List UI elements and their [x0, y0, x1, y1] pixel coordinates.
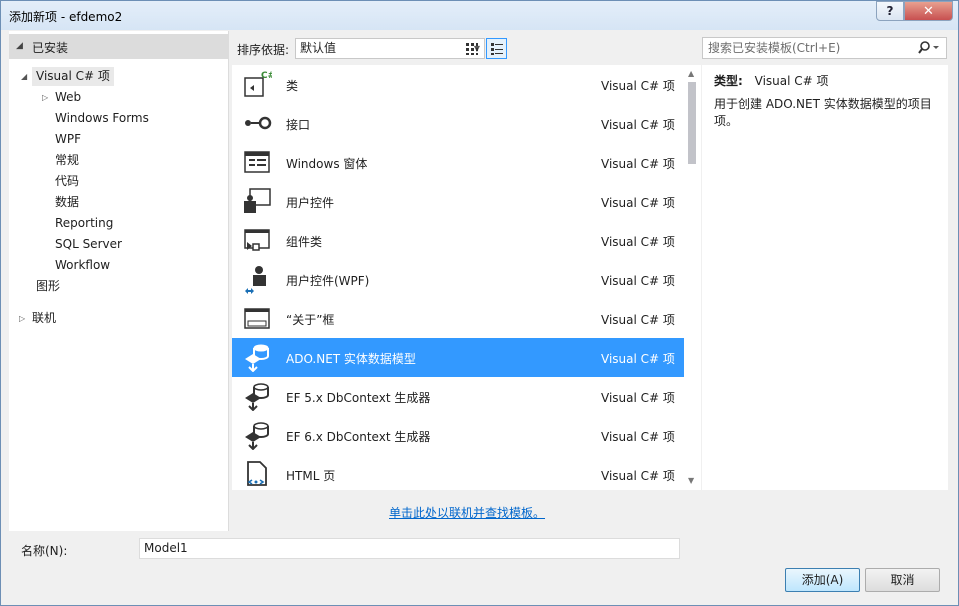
template-category: Visual C# 项 — [601, 118, 675, 132]
tree-item-web[interactable]: Web — [55, 88, 81, 107]
dbcontext-generator-icon — [245, 383, 269, 411]
type-line: 类型: Visual C# 项 — [714, 72, 829, 89]
template-row-class[interactable]: C# 类 Visual C# 项 — [232, 65, 684, 104]
template-name: “关于”框 — [286, 313, 335, 327]
installed-section-header[interactable]: ◢ 已安装 — [9, 34, 229, 59]
template-row-user-control[interactable]: 用户控件 Visual C# 项 — [232, 182, 684, 221]
add-button[interactable]: 添加(A) — [785, 568, 860, 592]
template-category: Visual C# 项 — [601, 430, 675, 444]
template-category: Visual C# 项 — [601, 313, 675, 327]
about-box-icon — [244, 308, 270, 329]
type-label: 类型: — [714, 74, 743, 88]
template-category: Visual C# 项 — [601, 235, 675, 249]
type-value: Visual C# 项 — [754, 74, 829, 88]
component-class-icon — [244, 229, 270, 251]
dbcontext-generator-icon — [245, 422, 269, 450]
template-name: Windows 窗体 — [286, 157, 368, 171]
close-icon: ✕ — [923, 3, 934, 19]
name-input[interactable]: Model1 — [139, 538, 680, 559]
cancel-button[interactable]: 取消 — [865, 568, 940, 592]
installed-label: 已安装 — [32, 41, 69, 55]
template-list: C# 类 Visual C# 项 接口 Visual C# 项 Windows … — [232, 65, 684, 490]
template-name: EF 5.x DbContext 生成器 — [286, 391, 431, 405]
expand-arrow-icon[interactable]: ▷ — [19, 309, 25, 328]
tree-item-windows-forms[interactable]: Windows Forms — [55, 109, 149, 128]
sort-label: 排序依据: — [237, 43, 290, 57]
template-row-wpf-user-control[interactable]: 用户控件(WPF) Visual C# 项 — [232, 260, 684, 299]
template-name: 用户控件 — [286, 196, 335, 210]
grid-view-icon — [465, 42, 478, 55]
entity-model-icon — [245, 344, 269, 372]
html-page-icon — [247, 461, 267, 486]
expanded-arrow-icon[interactable]: ◢ — [21, 67, 27, 86]
template-name: HTML 页 — [286, 469, 336, 483]
template-search-input[interactable]: 搜索已安装模板(Ctrl+E) — [702, 37, 947, 59]
tree-item-workflow[interactable]: Workflow — [55, 256, 110, 275]
class-icon: C# — [244, 71, 272, 97]
svg-text:C#: C# — [261, 71, 272, 81]
tree-item-data[interactable]: 数据 — [55, 193, 79, 212]
template-category: Visual C# 项 — [601, 274, 675, 288]
template-name: EF 6.x DbContext 生成器 — [286, 430, 431, 444]
template-row-about-box[interactable]: “关于”框 Visual C# 项 — [232, 299, 684, 338]
scroll-down-icon[interactable]: ▼ — [688, 476, 694, 485]
template-row-ef6-dbcontext-generator[interactable]: EF 6.x DbContext 生成器 Visual C# 项 — [232, 416, 684, 455]
template-row-html-page[interactable]: HTML 页 Visual C# 项 — [232, 455, 684, 490]
wpf-user-control-icon — [245, 266, 266, 294]
template-name: ADO.NET 实体数据模型 — [286, 352, 416, 366]
template-list-scrollbar[interactable]: ▲ ▼ — [684, 65, 701, 490]
window-title: 添加新项 - efdemo2 — [9, 10, 123, 24]
template-category: Visual C# 项 — [601, 391, 675, 405]
title-bar: 添加新项 - efdemo2 ? ✕ — [1, 1, 958, 30]
tree-item-sql-server[interactable]: SQL Server — [55, 235, 122, 254]
interface-icon — [245, 116, 272, 130]
help-icon: ? — [886, 4, 894, 18]
tree-item-wpf[interactable]: WPF — [55, 130, 81, 149]
scroll-up-icon[interactable]: ▲ — [688, 69, 694, 78]
template-name: 组件类 — [286, 235, 323, 249]
template-detail-panel: 类型: Visual C# 项 用于创建 ADO.NET 实体数据模型的项目项。 — [702, 65, 948, 490]
find-templates-online-link[interactable]: 单击此处以联机并查找模板。 — [389, 504, 545, 521]
template-name: 接口 — [286, 118, 311, 132]
tree-item-online[interactable]: 联机 — [32, 309, 56, 328]
user-control-icon — [244, 188, 271, 213]
template-row-windows-form[interactable]: Windows 窗体 Visual C# 项 — [232, 143, 684, 182]
add-new-item-dialog: 添加新项 - efdemo2 ? ✕ ◢ 已安装 ◢ Visual C# 项 ▷… — [0, 0, 959, 606]
template-category: Visual C# 项 — [601, 196, 675, 210]
help-button[interactable]: ? — [876, 1, 904, 21]
expand-arrow-icon[interactable]: ▷ — [42, 88, 48, 107]
template-row-ef5-dbcontext-generator[interactable]: EF 5.x DbContext 生成器 Visual C# 项 — [232, 377, 684, 416]
name-label: 名称(N): — [21, 544, 68, 558]
tree-item-general[interactable]: 常规 — [55, 151, 79, 170]
template-row-entity-data-model[interactable]: ADO.NET 实体数据模型 Visual C# 项 — [232, 338, 684, 377]
close-button[interactable]: ✕ — [904, 1, 953, 21]
template-name: 类 — [286, 79, 299, 93]
tree-item-code[interactable]: 代码 — [55, 172, 79, 191]
collapse-arrow-icon: ◢ — [16, 41, 23, 51]
template-category: Visual C# 项 — [601, 157, 675, 171]
sort-toolbar: 排序依据: 默认值 ▼ — [231, 31, 696, 65]
template-row-component-class[interactable]: 组件类 Visual C# 项 — [232, 221, 684, 260]
tree-item-reporting[interactable]: Reporting — [55, 214, 113, 233]
small-icons-view-button[interactable] — [461, 38, 482, 59]
template-category-tree: ◢ 已安装 ◢ Visual C# 项 ▷ Web Windows Forms … — [9, 31, 229, 531]
template-category: Visual C# 项 — [601, 469, 675, 483]
template-category: Visual C# 项 — [601, 79, 675, 93]
tree-item-graphics[interactable]: 图形 — [36, 277, 60, 296]
sort-dropdown[interactable]: 默认值 ▼ — [295, 38, 485, 59]
windows-form-icon — [244, 151, 270, 173]
template-row-interface[interactable]: 接口 Visual C# 项 — [232, 104, 684, 143]
list-view-button[interactable] — [486, 38, 507, 59]
tree-item-visual-csharp[interactable]: Visual C# 项 — [32, 67, 114, 86]
template-name: 用户控件(WPF) — [286, 274, 370, 288]
search-icon — [918, 41, 939, 54]
scrollbar-thumb[interactable] — [688, 82, 696, 164]
search-placeholder: 搜索已安装模板(Ctrl+E) — [708, 41, 841, 55]
template-category: Visual C# 项 — [601, 352, 675, 366]
template-description: 用于创建 ADO.NET 实体数据模型的项目项。 — [714, 97, 932, 128]
list-view-icon — [490, 42, 503, 55]
sort-value: 默认值 — [300, 41, 337, 55]
